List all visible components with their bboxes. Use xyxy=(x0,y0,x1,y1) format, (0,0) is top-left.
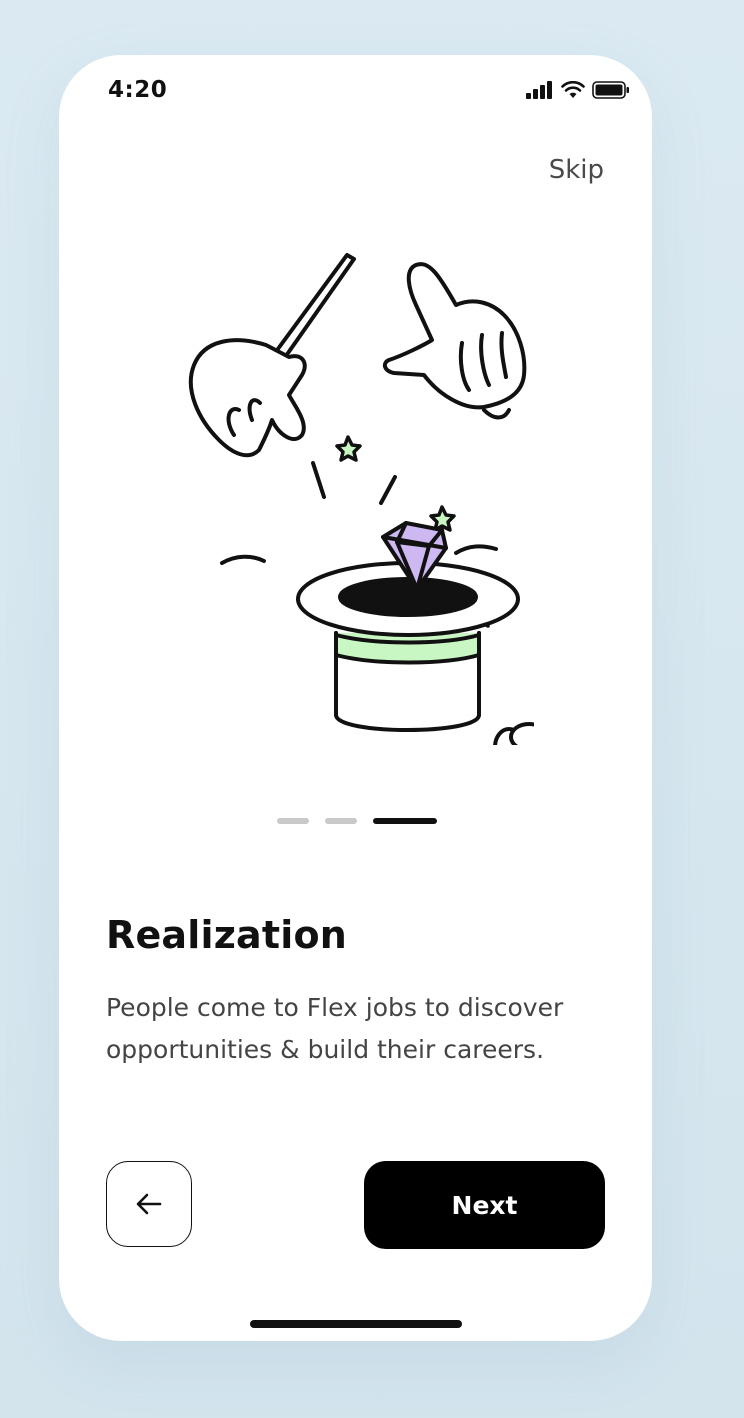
pagination-dot-active[interactable] xyxy=(373,818,437,824)
pagination-dot[interactable] xyxy=(277,818,309,824)
wifi-icon xyxy=(561,81,585,98)
status-icons xyxy=(526,81,630,99)
phone-screen: 4:20 Skip Realization People come to Fle… xyxy=(59,55,652,1341)
pagination-dots xyxy=(277,818,437,824)
pagination-dot[interactable] xyxy=(325,818,357,824)
page-title: Realization xyxy=(106,913,348,957)
magic-hat-illustration xyxy=(188,253,534,745)
top-hat-icon xyxy=(296,561,520,732)
left-hand-icon xyxy=(188,338,307,458)
back-button[interactable] xyxy=(106,1161,192,1247)
signal-icon xyxy=(526,81,552,99)
star-icon xyxy=(335,435,362,462)
battery-icon xyxy=(592,81,629,99)
status-time: 4:20 xyxy=(108,77,168,103)
right-hand-icon xyxy=(382,262,527,420)
skip-button[interactable]: Skip xyxy=(549,155,604,185)
next-button[interactable]: Next xyxy=(364,1161,605,1249)
page-description: People come to Flex jobs to discover opp… xyxy=(106,993,564,1064)
arrow-left-icon xyxy=(136,1193,162,1215)
home-indicator[interactable] xyxy=(250,1320,462,1328)
